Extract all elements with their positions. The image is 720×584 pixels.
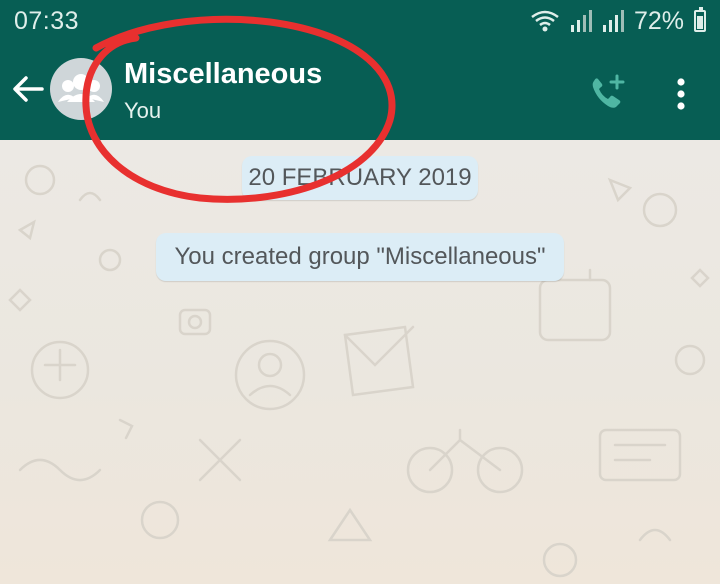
group-info[interactable]: Miscellaneous You xyxy=(124,56,322,126)
back-button[interactable] xyxy=(8,69,48,109)
signal-icon xyxy=(602,10,624,32)
arrow-left-icon xyxy=(13,76,44,102)
add-call-icon xyxy=(592,74,625,108)
more-options-button[interactable] xyxy=(664,74,698,114)
date-divider: 20 FEBRUARY 2019 xyxy=(242,156,478,200)
status-bar: 07:33 72% xyxy=(0,0,720,42)
system-message: You created group "Miscellaneous" xyxy=(156,233,564,281)
chat-area[interactable]: 20 FEBRUARY 2019 You created group "Misc… xyxy=(0,140,720,584)
group-avatar[interactable] xyxy=(50,58,112,120)
group-name: Miscellaneous xyxy=(124,58,323,90)
status-icons: 72% xyxy=(530,7,706,36)
group-members: You xyxy=(124,98,162,123)
more-vert-icon xyxy=(677,78,685,110)
add-call-button[interactable] xyxy=(586,72,630,116)
chat-header: Miscellaneous You xyxy=(0,42,720,140)
wifi-icon xyxy=(531,10,559,32)
battery-level: 72% xyxy=(633,6,684,35)
battery-icon xyxy=(694,7,706,32)
group-icon xyxy=(58,74,104,102)
signal-icon xyxy=(570,10,592,32)
clock: 07:33 xyxy=(14,6,80,35)
chat-wallpaper xyxy=(8,164,710,578)
